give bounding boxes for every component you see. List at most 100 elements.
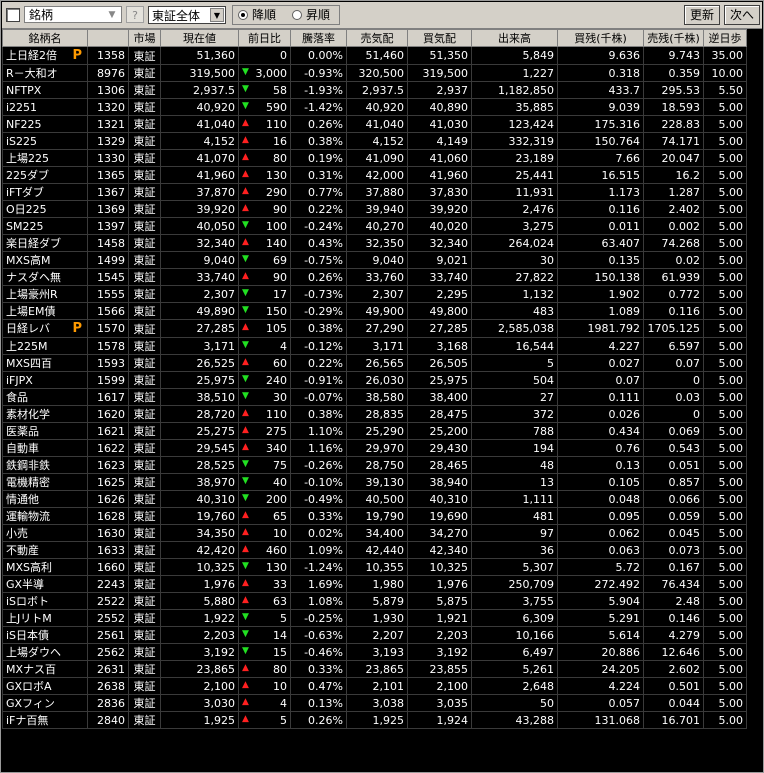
cell-name[interactable]: 医薬品 bbox=[2, 422, 88, 440]
cell-name[interactable]: NF225 bbox=[2, 115, 88, 133]
column-header[interactable]: 逆日歩 bbox=[703, 29, 747, 47]
radio-desc[interactable] bbox=[238, 10, 248, 20]
table-row[interactable]: GXフィン 2836 東証 3,030 ▲ 4 0.13% 3,038 3,035 50 0.057… bbox=[2, 694, 747, 712]
table-row[interactable]: O日225 1369 東証 39,920 ▲ 90 0.22% 39,940 39,920 2,4… bbox=[2, 200, 747, 218]
table-row[interactable]: 上場225 1330 東証 41,070 ▲ 80 0.19% 41,090 41,060 23,… bbox=[2, 149, 747, 167]
cell-name[interactable]: 食品 bbox=[2, 388, 88, 406]
cell-name[interactable]: iFTダブ bbox=[2, 183, 88, 201]
cell-name[interactable]: iS日本債 bbox=[2, 626, 88, 644]
cell-name[interactable]: 上場豪州R bbox=[2, 285, 88, 303]
cell-name[interactable]: 情通他 bbox=[2, 490, 88, 508]
cell-name[interactable]: ナスダヘ無 bbox=[2, 268, 88, 286]
table-row[interactable]: iS225 1329 東証 4,152 ▲ 16 0.38% 4,152 4,149 332,31… bbox=[2, 132, 747, 150]
table-row[interactable]: MXS四百 1593 東証 26,525 ▲ 60 0.22% 26,565 26,505 5 0.… bbox=[2, 354, 747, 372]
table-row[interactable]: SM225 1397 東証 40,050 ▼ 100 -0.24% 40,270 40,020 3… bbox=[2, 217, 747, 235]
column-header[interactable]: 出来高 bbox=[471, 29, 558, 47]
cell-name[interactable]: 上場225 bbox=[2, 149, 88, 167]
table-row[interactable]: iS日本債 2561 東証 2,203 ▼ 14 -0.63% 2,207 2,203 10,16… bbox=[2, 626, 747, 644]
symbol-combo[interactable]: 銘柄 ▼ bbox=[24, 6, 122, 23]
radio-desc-label[interactable]: 降順 bbox=[252, 6, 276, 24]
select-all-checkbox[interactable] bbox=[6, 8, 20, 22]
table-row[interactable]: iFナ百無 2840 東証 1,925 ▲ 5 0.26% 1,925 1,924 43,288 1… bbox=[2, 711, 747, 729]
column-header[interactable]: 買気配 bbox=[407, 29, 472, 47]
cell-name[interactable]: P 日経レバ bbox=[2, 319, 88, 338]
table-row[interactable]: 素材化学 1620 東証 28,720 ▲ 110 0.38% 28,835 28,475 372… bbox=[2, 405, 747, 423]
table-row[interactable]: 小売 1630 東証 34,350 ▲ 10 0.02% 34,400 34,270 97 0.06… bbox=[2, 524, 747, 542]
cell-name[interactable]: 鉄鋼非鉄 bbox=[2, 456, 88, 474]
cell-name[interactable]: 上225M bbox=[2, 337, 88, 355]
table-row[interactable]: 上場EM債 1566 東証 49,890 ▼ 150 -0.29% 49,900 49,800 4… bbox=[2, 302, 747, 320]
table-row[interactable]: NFTPX 1306 東証 2,937.5 ▼ 58 -1.93% 2,937.5 2,937 1… bbox=[2, 81, 747, 99]
table-row[interactable]: 上225M 1578 東証 3,171 ▼ 4 -0.12% 3,171 3,168 16,544… bbox=[2, 337, 747, 355]
refresh-button[interactable]: 更新 bbox=[684, 5, 720, 25]
column-header[interactable]: 売残(千株) bbox=[643, 29, 704, 47]
table-row[interactable]: iFTダブ 1367 東証 37,870 ▲ 290 0.77% 37,880 37,830 11… bbox=[2, 183, 747, 201]
cell-name[interactable]: 自動車 bbox=[2, 439, 88, 457]
scrollbar[interactable] bbox=[747, 29, 763, 772]
table-row[interactable]: 食品 1617 東証 38,510 ▼ 30 -0.07% 38,580 38,400 27 0.1… bbox=[2, 388, 747, 406]
table-row[interactable]: 上JリトM 2552 東証 1,922 ▼ 5 -0.25% 1,930 1,921 6,309 5… bbox=[2, 609, 747, 627]
chevron-down-icon[interactable]: ▼ bbox=[210, 8, 224, 22]
column-header[interactable]: コード bbox=[87, 29, 129, 47]
table-row[interactable]: 鉄鋼非鉄 1623 東証 28,525 ▼ 75 -0.26% 28,750 28,465 48 0… bbox=[2, 456, 747, 474]
table-row[interactable]: 上場豪州R 1555 東証 2,307 ▼ 17 -0.73% 2,307 2,295 1,132… bbox=[2, 285, 747, 303]
cell-name[interactable]: 上場EM債 bbox=[2, 302, 88, 320]
cell-name[interactable]: 上JリトM bbox=[2, 609, 88, 627]
cell-name[interactable]: iSロボト bbox=[2, 592, 88, 610]
radio-asc[interactable] bbox=[292, 10, 302, 20]
column-header[interactable]: 売気配 bbox=[346, 29, 408, 47]
table-row[interactable]: P 上日経2倍 1358 東証 51,360 0 0.00% 51,460 51,350 5,84… bbox=[2, 46, 747, 65]
table-row[interactable]: 自動車 1622 東証 29,545 ▲ 340 1.16% 29,970 29,430 194 0… bbox=[2, 439, 747, 457]
cell-name[interactable]: GXフィン bbox=[2, 694, 88, 712]
cell-name[interactable]: MXS高利 bbox=[2, 558, 88, 576]
table-row[interactable]: 医薬品 1621 東証 25,275 ▲ 275 1.10% 25,290 25,200 788 0… bbox=[2, 422, 747, 440]
cell-name[interactable]: 上場ダウヘ bbox=[2, 643, 88, 661]
cell-name[interactable]: 225ダブ bbox=[2, 166, 88, 184]
table-row[interactable]: i2251 1320 東証 40,920 ▼ 590 -1.42% 40,920 40,890 3… bbox=[2, 98, 747, 116]
cell-name[interactable]: GXロボA bbox=[2, 677, 88, 695]
cell-name[interactable]: iS225 bbox=[2, 132, 88, 150]
cell-name[interactable]: GX半導 bbox=[2, 575, 88, 593]
cell-name[interactable]: MXS四百 bbox=[2, 354, 88, 372]
column-header[interactable]: 現在値 bbox=[160, 29, 239, 47]
cell-name[interactable]: 運輸物流 bbox=[2, 507, 88, 525]
table-row[interactable]: 楽日経ダブ 1458 東証 32,340 ▲ 140 0.43% 32,350 32,340 26… bbox=[2, 234, 747, 252]
column-header[interactable]: 騰落率 bbox=[290, 29, 347, 47]
table-row[interactable]: 上場ダウヘ 2562 東証 3,192 ▼ 15 -0.46% 3,193 3,192 6,497… bbox=[2, 643, 747, 661]
column-header[interactable]: 銘柄名 bbox=[2, 29, 88, 47]
cell-name[interactable]: 楽日経ダブ bbox=[2, 234, 88, 252]
cell-name[interactable]: 電機精密 bbox=[2, 473, 88, 491]
column-header[interactable]: 買残(千株) bbox=[557, 29, 644, 47]
table-row[interactable]: iSロボト 2522 東証 5,880 ▲ 63 1.08% 5,879 5,875 3,755 5… bbox=[2, 592, 747, 610]
cell-name[interactable]: 小売 bbox=[2, 524, 88, 542]
cell-name[interactable]: MXS高M bbox=[2, 251, 88, 269]
table-row[interactable]: ナスダヘ無 1545 東証 33,740 ▲ 90 0.26% 33,760 33,740 27,… bbox=[2, 268, 747, 286]
table-row[interactable]: MXナス百 2631 東証 23,865 ▲ 80 0.33% 23,865 23,855 5,2… bbox=[2, 660, 747, 678]
cell-name[interactable]: 素材化学 bbox=[2, 405, 88, 423]
market-select[interactable]: 東証全体 ▼ bbox=[148, 6, 226, 24]
table-row[interactable]: GX半導 2243 東証 1,976 ▲ 33 1.69% 1,980 1,976 250,709… bbox=[2, 575, 747, 593]
table-row[interactable]: NF225 1321 東証 41,040 ▲ 110 0.26% 41,040 41,030 12… bbox=[2, 115, 747, 133]
table-row[interactable]: R－大和オ 8976 東証 319,500 ▼ 3,000 -0.93% 320,500 319… bbox=[2, 64, 747, 82]
cell-name[interactable]: 不動産 bbox=[2, 541, 88, 559]
table-row[interactable]: P 日経レバ 1570 東証 27,285 ▲ 105 0.38% 27,290 27,285 2,… bbox=[2, 319, 747, 338]
table-row[interactable]: 運輸物流 1628 東証 19,760 ▲ 65 0.33% 19,790 19,690 481 0… bbox=[2, 507, 747, 525]
cell-name[interactable]: iFJPX bbox=[2, 371, 88, 389]
help-button[interactable]: ? bbox=[126, 6, 144, 23]
table-row[interactable]: iFJPX 1599 東証 25,975 ▼ 240 -0.91% 26,030 25,975 5… bbox=[2, 371, 747, 389]
table-row[interactable]: 不動産 1633 東証 42,420 ▲ 460 1.09% 42,440 42,340 36 0.… bbox=[2, 541, 747, 559]
next-button[interactable]: 次へ bbox=[724, 5, 760, 25]
cell-name[interactable]: NFTPX bbox=[2, 81, 88, 99]
cell-name[interactable]: R－大和オ bbox=[2, 64, 88, 82]
chevron-down-icon[interactable]: ▼ bbox=[105, 9, 119, 21]
cell-name[interactable]: MXナス百 bbox=[2, 660, 88, 678]
column-header[interactable]: 前日比 bbox=[238, 29, 291, 47]
table-row[interactable]: 情通他 1626 東証 40,310 ▼ 200 -0.49% 40,500 40,310 1,1… bbox=[2, 490, 747, 508]
cell-name[interactable]: i2251 bbox=[2, 98, 88, 116]
table-row[interactable]: 電機精密 1625 東証 38,970 ▼ 40 -0.10% 39,130 38,940 13 0… bbox=[2, 473, 747, 491]
table-row[interactable]: GXロボA 2638 東証 2,100 ▲ 10 0.47% 2,101 2,100 2,648 4… bbox=[2, 677, 747, 695]
table-row[interactable]: MXS高M 1499 東証 9,040 ▼ 69 -0.75% 9,040 9,021 30 0.1… bbox=[2, 251, 747, 269]
column-header[interactable]: 市場 bbox=[128, 29, 161, 47]
cell-name[interactable]: O日225 bbox=[2, 200, 88, 218]
cell-name[interactable]: iFナ百無 bbox=[2, 711, 88, 729]
